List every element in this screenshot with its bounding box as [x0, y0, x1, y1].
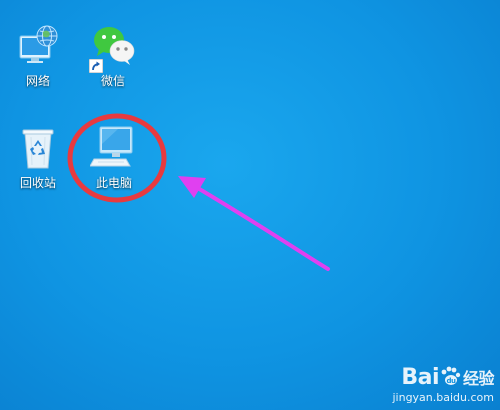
this-pc-monitor-icon — [89, 124, 138, 172]
watermark-brand-suffix: 经验 — [462, 369, 495, 388]
baidu-jingyan-watermark: Bai du 经验 jingyan.baidu.com — [344, 366, 494, 405]
desktop-icon-wechat[interactable]: 微信 — [77, 22, 149, 88]
watermark-brand-text: Bai — [401, 365, 439, 390]
annotation-overlay — [67, 113, 330, 271]
pointer-arrow — [194, 185, 330, 271]
shortcut-arrow-icon — [88, 58, 104, 74]
desktop-icon-this-pc[interactable]: 此电脑 — [78, 124, 150, 190]
network-globe-icon — [14, 22, 62, 70]
desktop-icon-label: 网络 — [25, 74, 50, 88]
desktop-icon-label: 此电脑 — [95, 176, 132, 190]
desktop-icon-recycle-bin[interactable]: 回收站 — [2, 124, 74, 190]
paw-icon: du — [439, 366, 461, 386]
svg-text:du: du — [446, 377, 456, 385]
desktop-icon-label: 回收站 — [19, 176, 56, 190]
desktop-icon-network[interactable]: 网络 — [2, 22, 74, 88]
desktop: 网络 微信 回收站 此电脑 Bai du 经验 jingyan.baidu.co… — [0, 0, 500, 410]
watermark-url: jingyan.baidu.com — [392, 391, 494, 404]
pointer-arrowhead — [178, 176, 206, 198]
desktop-icon-label: 微信 — [100, 74, 125, 88]
recycle-bin-icon — [14, 124, 62, 172]
watermark-logo: Bai du 经验 — [344, 366, 494, 391]
wechat-icon — [88, 22, 137, 74]
